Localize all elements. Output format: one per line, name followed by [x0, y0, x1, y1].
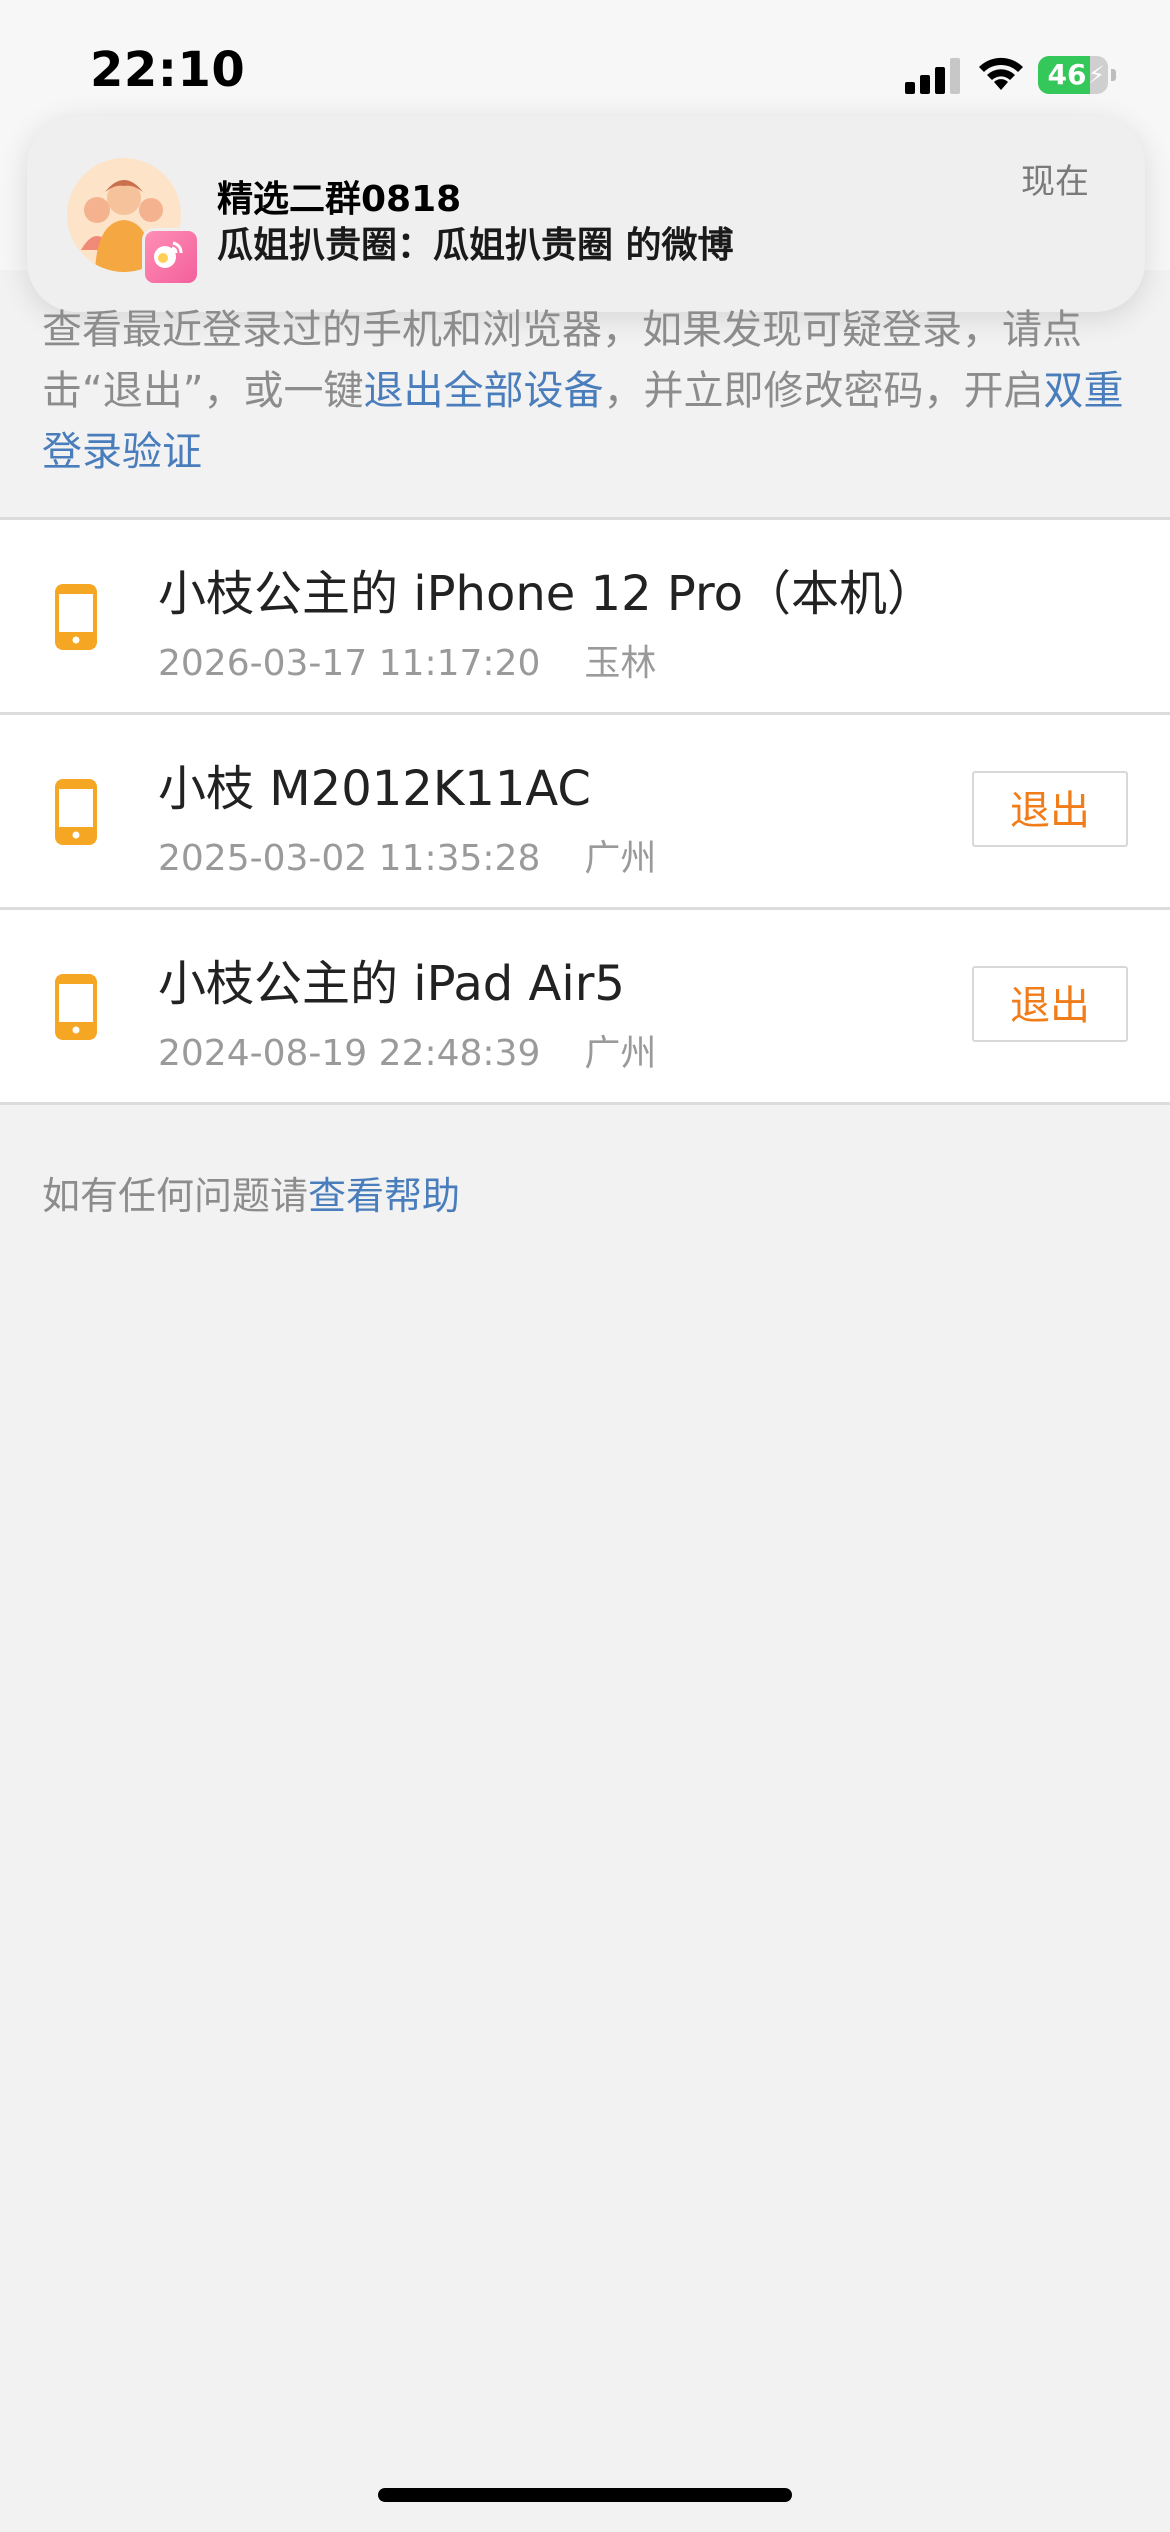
phone-icon [55, 584, 97, 650]
device-last-login: 2024-08-19 22:48:39 [158, 1033, 541, 1074]
battery-body: 46 ⚡ [1038, 56, 1108, 94]
device-row: 小枝公主的 iPad Air5 2024-08-19 22:48:39 广州 退出 [0, 910, 1170, 1105]
device-name: 小枝公主的 iPad Air5 [158, 956, 625, 1012]
help-prefix: 如有任何问题请 [42, 1174, 309, 1218]
device-last-login: 2026-03-17 11:17:20 [158, 643, 541, 684]
phone-icon [55, 779, 97, 845]
battery-tip [1111, 69, 1116, 81]
device-row: 小枝公主的 iPhone 12 Pro（本机） 2026-03-17 11:17… [0, 520, 1170, 715]
intro-text: 查看最近登录过的手机和浏览器，如果发现可疑登录，请点击“退出”，或一键退出全部设… [42, 300, 1132, 483]
device-row: 小枝 M2012K11AC 2025-03-02 11:35:28 广州 退出 [0, 715, 1170, 910]
device-logout-button[interactable]: 退出 [972, 771, 1128, 847]
device-location: 广州 [584, 838, 657, 879]
device-last-login: 2025-03-02 11:35:28 [158, 838, 541, 879]
notification-body: 瓜姐扒贵圈：瓜姐扒贵圈 的微博 [217, 225, 734, 266]
device-list: 小枝公主的 iPhone 12 Pro（本机） 2026-03-17 11:17… [0, 517, 1170, 1105]
device-logout-button[interactable]: 退出 [972, 966, 1128, 1042]
device-location: 广州 [584, 1033, 657, 1074]
device-name: 小枝公主的 iPhone 12 Pro（本机） [158, 566, 936, 622]
intro-text-part2: ，并立即修改密码，开启 [603, 368, 1044, 414]
device-location: 玉林 [584, 643, 657, 684]
battery-icon: 46 ⚡ [1038, 56, 1118, 94]
phone-icon [55, 974, 97, 1040]
view-help-link[interactable]: 查看帮助 [308, 1174, 460, 1218]
device-meta: 2026-03-17 11:17:20 玉林 [158, 634, 656, 686]
charging-bolt-icon: ⚡ [1088, 61, 1105, 89]
device-name: 小枝 M2012K11AC [158, 761, 591, 817]
notification-title: 精选二群0818 [217, 179, 462, 220]
device-meta: 2025-03-02 11:35:28 广州 [158, 829, 656, 881]
help-text: 如有任何问题请查看帮助 [42, 1165, 460, 1220]
status-time: 22:10 [90, 42, 246, 98]
home-indicator[interactable] [378, 2488, 792, 2502]
wifi-icon [979, 57, 1023, 90]
app-badge-icon [142, 228, 200, 286]
notification-banner[interactable]: 精选二群0818 瓜姐扒贵圈：瓜姐扒贵圈 的微博 现在 [27, 116, 1145, 312]
logout-all-devices-link[interactable]: 退出全部设备 [363, 368, 603, 414]
device-meta: 2024-08-19 22:48:39 广州 [158, 1024, 656, 1076]
notification-time: 现在 [1021, 162, 1089, 202]
signal-icon [905, 58, 960, 94]
